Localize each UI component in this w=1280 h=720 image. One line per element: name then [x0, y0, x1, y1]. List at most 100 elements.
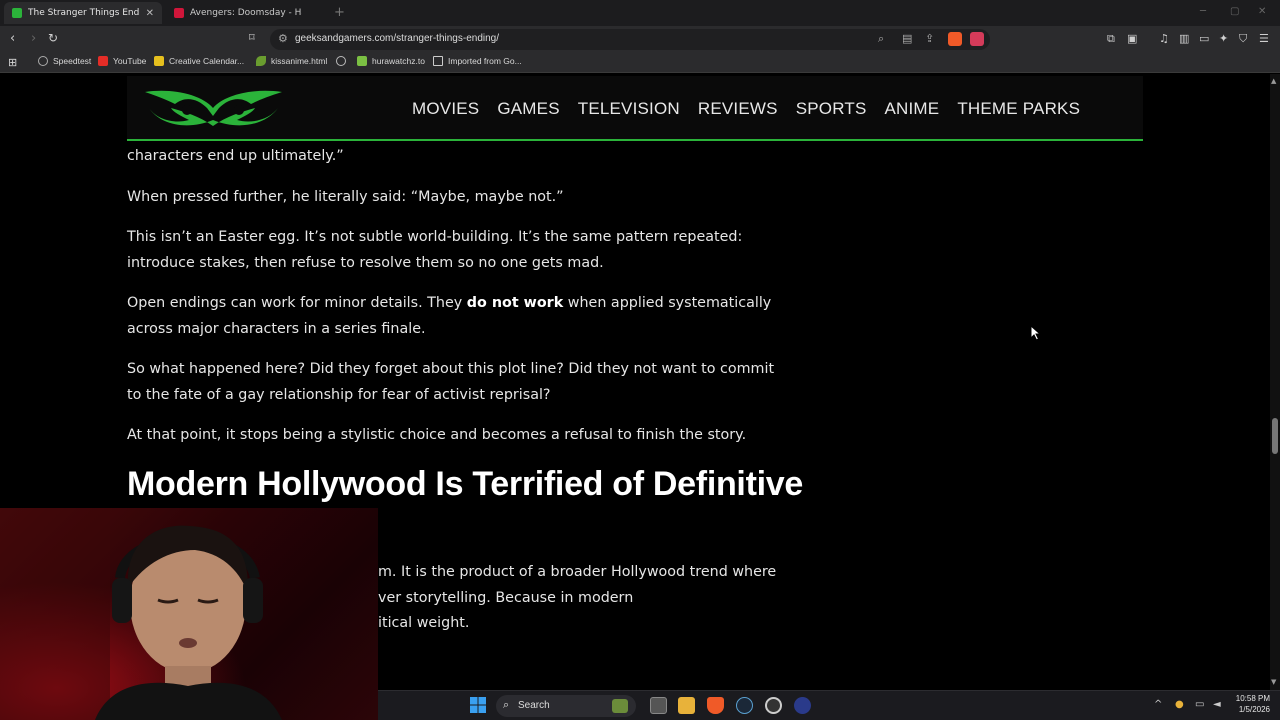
share-icon[interactable]: ⇪ — [925, 32, 934, 45]
scroll-down-icon[interactable]: ▼ — [1271, 678, 1276, 686]
taskbar-search[interactable]: ⌕ Search — [496, 695, 636, 717]
system-clock[interactable]: 10:58 PM 1/5/2026 — [1230, 693, 1270, 715]
nav-television[interactable]: TELEVISION — [578, 99, 680, 119]
address-bar[interactable]: ⚙ geeksandgamers.com/stranger-things-end… — [270, 29, 990, 50]
bookmark-kissanime[interactable]: kissanime.html — [256, 56, 327, 66]
tab-title: The Stranger Things Ending Is the — [28, 8, 140, 18]
tabs-icon[interactable]: ▭ — [1199, 32, 1209, 45]
globe-icon — [336, 56, 346, 66]
bookmark-youtube[interactable]: YouTube — [98, 56, 146, 66]
nav-reviews[interactable]: REVIEWS — [698, 99, 778, 119]
speedtest-icon — [38, 56, 48, 66]
new-tab-icon[interactable]: + — [334, 5, 345, 20]
clock-date: 1/5/2026 — [1238, 705, 1270, 714]
browser-toolbar: ‹ › ↻ ⌑ ⚙ geeksandgamers.com/stranger-th… — [0, 26, 1280, 53]
paragraph-line: m. It is the product of a broader Hollyw… — [378, 564, 777, 580]
streamer-webcam-image — [0, 508, 378, 720]
nav-theme-parks[interactable]: THEME PARKS — [957, 99, 1080, 119]
article-paragraph: When pressed further, he literally said:… — [127, 188, 564, 205]
bookmark-imported-folder[interactable]: Imported from Go... — [433, 56, 522, 66]
reload-icon[interactable]: ↻ — [48, 31, 58, 45]
brave-browser-icon[interactable] — [707, 697, 724, 714]
reader-icon[interactable]: ▤ — [902, 32, 912, 45]
bookmark-hurawatch[interactable]: hurawatchz.to — [357, 56, 425, 66]
minimize-icon[interactable]: ─ — [1200, 6, 1206, 17]
bookmark-label: hurawatchz.to — [372, 56, 425, 66]
nav-sports[interactable]: SPORTS — [796, 99, 867, 119]
paragraph-line: ver storytelling. Because in modern — [378, 589, 634, 606]
nav-games[interactable]: GAMES — [497, 99, 559, 119]
site-info-icon[interactable]: ⚙ — [278, 32, 288, 45]
windows-taskbar: ⌕ Search ^ ● ▭ ◄ 10:58 PM 1/5/2026 — [378, 690, 1280, 720]
bookmark-creative-calendar[interactable]: Creative Calendar... — [154, 56, 244, 66]
article-paragraph: At that point, it stops being a stylisti… — [127, 427, 747, 443]
vpn-icon[interactable]: ⛉ — [1239, 32, 1247, 46]
sidebar-icon[interactable]: ▥ — [1179, 32, 1189, 45]
main-navigation: MOVIES GAMES TELEVISION REVIEWS SPORTS A… — [412, 99, 1098, 119]
obs-icon[interactable] — [765, 697, 782, 714]
close-window-icon[interactable]: ✕ — [1258, 6, 1266, 17]
section-heading: Modern Hollywood Is Terrified of Definit… — [127, 464, 803, 503]
app-icon[interactable] — [794, 697, 811, 714]
wallet-icon[interactable]: ▣ — [1127, 32, 1137, 45]
file-explorer-icon[interactable] — [678, 697, 695, 714]
scroll-up-icon[interactable]: ▲ — [1271, 77, 1276, 85]
tab-title: Avengers: Doomsday - Have Marvel — [190, 8, 302, 18]
youtube-favicon-icon — [174, 8, 184, 18]
clock-time: 10:58 PM — [1235, 694, 1270, 703]
webcam-overlay — [0, 508, 378, 720]
geeks-and-gamers-logo[interactable] — [141, 86, 286, 131]
brave-rewards-icon[interactable] — [970, 32, 984, 46]
bookmark-label: kissanime.html — [271, 56, 328, 66]
maximize-icon[interactable]: ▢ — [1230, 6, 1239, 17]
nav-movies[interactable]: MOVIES — [412, 99, 479, 119]
youtube-icon — [98, 56, 108, 66]
task-view-icon[interactable] — [650, 697, 667, 714]
paragraph-line: itical weight. — [378, 615, 470, 631]
nav-anime[interactable]: ANIME — [884, 99, 939, 119]
volume-icon[interactable]: ◄ — [1213, 699, 1221, 710]
tab-strip: The Stranger Things Ending Is the ✕ Aven… — [0, 0, 1280, 26]
extensions-icon[interactable]: ⧉ — [1107, 32, 1115, 46]
bookmarks-bar: ⊞ Speedtest YouTube Creative Calendar...… — [0, 53, 1280, 73]
article-paragraph-partial: m. It is the product of a broader Hollyw… — [378, 560, 798, 637]
media-icon[interactable]: ♫ — [1159, 32, 1169, 45]
tab-avengers[interactable]: Avengers: Doomsday - Have Marvel — [166, 2, 324, 24]
article-paragraph: This isn’t an Easter egg. It’s not subtl… — [127, 229, 743, 271]
search-icon: ⌕ — [503, 698, 510, 711]
article-paragraph: Open endings can work for minor details.… — [127, 291, 792, 342]
scroll-thumb[interactable] — [1272, 418, 1278, 454]
brave-shields-icon[interactable] — [948, 32, 962, 46]
site-header: MOVIES GAMES TELEVISION REVIEWS SPORTS A… — [127, 76, 1143, 141]
bookmark-label: Creative Calendar... — [169, 56, 245, 66]
tray-overflow-icon[interactable]: ^ — [1154, 699, 1162, 710]
geeks-favicon-icon — [12, 8, 22, 18]
hurawatch-icon — [357, 56, 367, 66]
search-highlight-icon — [612, 699, 628, 713]
leaf-icon — [256, 56, 266, 66]
screen: The Stranger Things Ending Is the ✕ Aven… — [0, 0, 1280, 720]
url-text[interactable]: geeksandgamers.com/stranger-things-endin… — [295, 33, 499, 44]
display-icon[interactable]: ▭ — [1195, 699, 1204, 710]
tab-close-icon[interactable]: ✕ — [146, 8, 154, 19]
page-scrollbar[interactable]: ▲ ▼ — [1270, 74, 1280, 690]
calendar-icon — [154, 56, 164, 66]
tab-stranger-things[interactable]: The Stranger Things Ending Is the ✕ — [4, 2, 162, 24]
leo-ai-icon[interactable]: ✦ — [1219, 32, 1228, 45]
bookmark-icon[interactable]: ⌑ — [249, 31, 255, 44]
steam-icon[interactable] — [736, 697, 753, 714]
windows-start-icon[interactable] — [470, 697, 486, 713]
apps-grid-icon[interactable]: ⊞ — [8, 56, 17, 69]
folder-icon — [433, 56, 443, 66]
back-icon[interactable]: ‹ — [10, 31, 15, 46]
forward-icon[interactable]: › — [31, 31, 36, 46]
paragraph-text: Open endings can work for minor details.… — [127, 295, 467, 311]
microphone-icon[interactable]: ● — [1175, 699, 1184, 710]
bookmark-globe[interactable] — [336, 56, 351, 66]
bookmark-label: Imported from Go... — [448, 56, 522, 66]
article-body: characters end up ultimately.” When pres… — [127, 144, 803, 504]
search-label: Search — [518, 700, 550, 711]
menu-icon[interactable]: ☰ — [1259, 32, 1269, 45]
zoom-icon[interactable]: ⌕ — [878, 32, 884, 46]
bookmark-speedtest[interactable]: Speedtest — [38, 56, 91, 66]
